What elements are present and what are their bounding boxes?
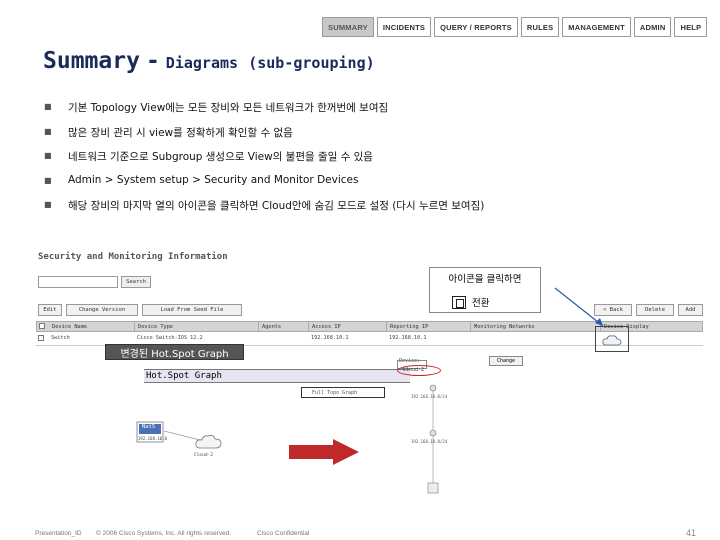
load-seed-button[interactable]: Load From Seed File xyxy=(142,304,242,316)
page-number: 41 xyxy=(686,528,697,538)
device-name-cell: Switch xyxy=(51,335,70,341)
bullet-item: ■ 해당 장비의 마지막 열의 아이콘을 클릭하면 Cloud안에 숨김 모드로 … xyxy=(44,198,704,223)
bullet-item: ■ Admin > System setup > Security and Mon… xyxy=(44,174,704,199)
bullet-text: 네트워크 기준으로 Subgroup 생성으로 View의 불편을 줄일 수 있… xyxy=(68,151,373,163)
search-input[interactable] xyxy=(38,276,118,288)
bullet-marker-icon: ■ xyxy=(44,200,52,209)
title-sub-b: (sub-grouping) xyxy=(248,54,375,72)
cloud-node-icon[interactable] xyxy=(194,431,224,453)
callout-box: 아이콘을 클릭하면 전환 xyxy=(429,267,541,313)
column-header[interactable]: Agents xyxy=(259,322,309,332)
bullet-marker-icon: ■ xyxy=(44,126,52,136)
column-header[interactable]: Device Name xyxy=(49,322,135,332)
delete-button[interactable]: Delete xyxy=(636,304,674,316)
search-button[interactable]: Search xyxy=(121,276,151,288)
device-type-cell: Cisco Switch-IOS 12.2 xyxy=(137,335,203,341)
title-separator: - xyxy=(145,48,160,74)
bullet-text: 기본 Topology View에는 모든 장비와 모든 네트워크가 한꺼번에 … xyxy=(68,102,389,114)
column-header[interactable]: Access IP xyxy=(309,322,387,332)
bullet-marker-icon: ■ xyxy=(44,175,52,185)
embedded-screenshot: Security and Monitoring Information Sear… xyxy=(33,248,703,528)
callout-line2-text: 전환 xyxy=(472,298,490,309)
changed-graph-label: 변경된 Hot.Spot Graph xyxy=(105,344,244,360)
cloud-label: Cloud-2 xyxy=(403,367,425,373)
title-sub-a: Diagrams xyxy=(165,54,239,72)
section-title: Security and Monitoring Information xyxy=(38,252,228,262)
access-ip-cell: 192.168.10.1 xyxy=(311,335,349,341)
footer-presentation-id: Presentation_ID xyxy=(35,530,82,537)
tab-incidents[interactable]: INCIDENTS xyxy=(376,17,432,37)
hotspot-title-bar: Hot.Spot Graph xyxy=(144,369,410,383)
node-nat-sub: 192.168.10.0 xyxy=(138,436,167,441)
bullet-item: ■ 기본 Topology View에는 모든 장비와 모든 네트워크가 한꺼번에… xyxy=(44,100,704,125)
tree-node-label: 192.168.10.0/24 xyxy=(411,439,448,444)
bullet-item: ■ 많은 장비 관리 시 view를 정확하게 확인할 수 없음 xyxy=(44,125,704,150)
footer-copyright: © 2006 Cisco Systems, Inc. All rights re… xyxy=(96,530,232,537)
tab-summary[interactable]: SUMMARY xyxy=(322,17,374,37)
footer-confidential: Cisco Confidential xyxy=(257,530,310,537)
hotspot-panel: Hot.Spot Graph Full Topo Graph Nat5 192.… xyxy=(108,361,410,521)
title-main: Summary xyxy=(43,48,140,74)
graph-select-input[interactable]: Full Topo Graph xyxy=(301,387,385,398)
add-button[interactable]: Add xyxy=(678,304,703,316)
callout-line1: 아이콘을 클릭하면 xyxy=(448,274,522,285)
page-title: Summary - Diagrams (sub-grouping) xyxy=(43,48,375,74)
row-checkbox[interactable] xyxy=(38,335,44,341)
footer: Presentation_ID © 2006 Cisco Systems, In… xyxy=(0,528,720,540)
bullet-text: 많은 장비 관리 시 view를 정확하게 확인할 수 없음 xyxy=(68,126,293,139)
change-version-button[interactable]: Change Version xyxy=(66,304,138,316)
tab-query-reports[interactable]: QUERY / REPORTS xyxy=(434,17,518,37)
bullet-marker-icon: ■ xyxy=(44,102,52,111)
tab-help[interactable]: HELP xyxy=(674,17,708,37)
column-header[interactable]: Device Type xyxy=(135,322,259,332)
bullet-marker-icon: ■ xyxy=(44,151,52,160)
toggle-icon xyxy=(452,295,466,309)
change-button[interactable]: Change xyxy=(489,356,523,366)
callout-line2: 전환 xyxy=(452,295,489,309)
edit-button[interactable]: Edit xyxy=(38,304,62,316)
reporting-ip-cell: 192.168.10.1 xyxy=(389,335,427,341)
cloud-icon[interactable] xyxy=(601,333,623,348)
column-header[interactable]: Reporting IP xyxy=(387,322,471,332)
bullet-list: ■ 기본 Topology View에는 모든 장비와 모든 네트워크가 한꺼번에… xyxy=(44,100,704,223)
top-nav: SUMMARY INCIDENTS QUERY / REPORTS RULES … xyxy=(322,17,708,37)
select-all-checkbox[interactable] xyxy=(39,323,45,329)
bullet-text: 해당 장비의 마지막 열의 아이콘을 클릭하면 Cloud안에 숨김 모드로 설… xyxy=(68,200,485,212)
subgroup-tree-view: Device: Change Cloud-2 192.168.10.0/24 1… xyxy=(393,356,523,508)
bullet-item: ■ 네트워크 기준으로 Subgroup 생성으로 View의 불편을 줄일 수 … xyxy=(44,149,704,174)
tab-admin[interactable]: ADMIN xyxy=(633,17,672,37)
tree-node-label: 192.168.10.0/24 xyxy=(411,394,448,399)
node-nat-label: Nat5 xyxy=(142,424,156,430)
bullet-text: Admin > System setup > Security and Moni… xyxy=(68,173,359,186)
tab-management[interactable]: MANAGEMENT xyxy=(562,17,631,37)
right-arrow-icon xyxy=(289,439,359,465)
node-cloud-label: Cloud-2 xyxy=(194,453,213,458)
pointer-arrow-icon xyxy=(554,287,604,327)
tab-rules[interactable]: RULES xyxy=(520,17,560,37)
